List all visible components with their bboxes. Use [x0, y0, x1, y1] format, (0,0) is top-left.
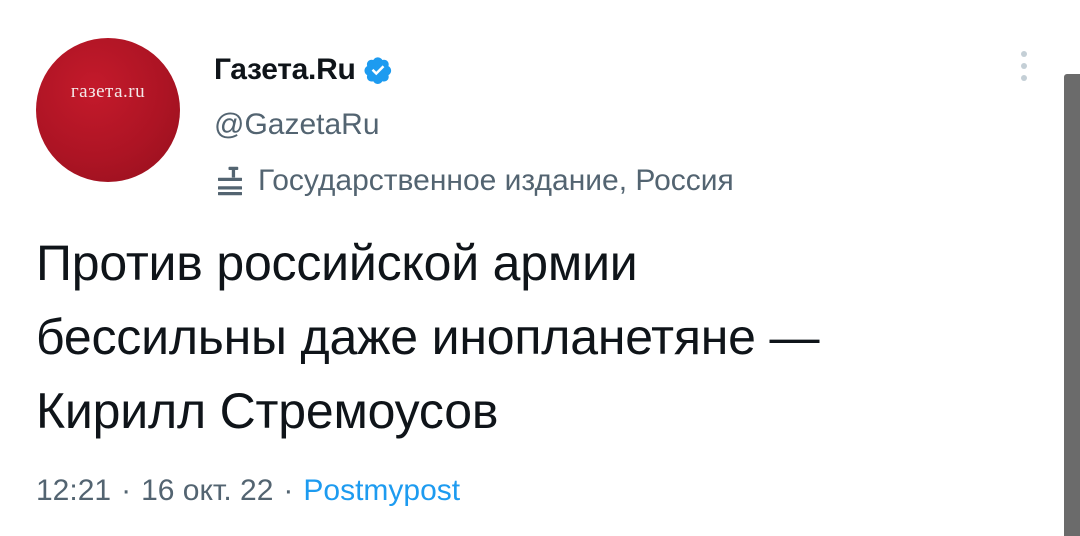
tweet-metadata: 12:21 · 16 окт. 22 · Postmypost — [36, 474, 460, 508]
verified-badge-icon — [364, 57, 392, 84]
government-label-text: Государственное издание, Россия — [258, 164, 734, 197]
meta-separator: · — [121, 474, 132, 507]
scrollbar[interactable] — [1064, 74, 1080, 536]
tweet-time[interactable]: 12:21 — [36, 474, 111, 508]
author-handle[interactable]: @GazetaRu — [214, 108, 380, 142]
government-label-icon — [218, 166, 242, 196]
avatar[interactable]: газета.ru — [36, 38, 180, 182]
tweet-text-line: бессильны даже инопланетяне — — [36, 309, 820, 365]
tweet-text-line: Кирилл Стремоусов — [36, 383, 499, 439]
author-display-name[interactable]: Газета.Ru — [214, 53, 356, 87]
meta-separator: · — [283, 474, 294, 507]
tweet-date[interactable]: 16 окт. 22 — [141, 474, 273, 508]
avatar-logo-text: газета.ru — [70, 81, 146, 102]
tweet-card: газета.ru Газета.Ru @GazetaRu Государств… — [0, 0, 1080, 536]
government-label[interactable]: Государственное издание, Россия — [212, 163, 734, 199]
tweet-source-link[interactable]: Postmypost — [303, 474, 460, 508]
tweet-text: Против российской армии бессильны даже и… — [36, 226, 1036, 448]
author-name-row: Газета.Ru — [214, 50, 393, 90]
tweet-text-line: Против российской армии — [36, 235, 638, 291]
more-vertical-icon[interactable] — [1014, 44, 1034, 92]
